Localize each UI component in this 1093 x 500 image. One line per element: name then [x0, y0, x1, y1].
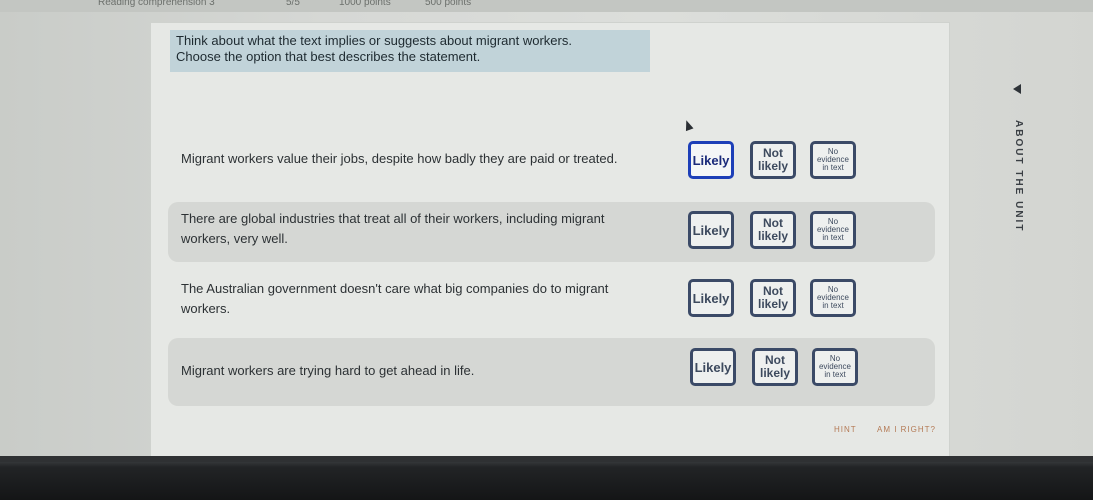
- instructions-box: Think about what the text implies or sug…: [170, 30, 650, 72]
- about-the-unit-label: ABOUT THE UNIT: [1013, 120, 1024, 233]
- option-likely-button[interactable]: Likely: [688, 141, 734, 179]
- option-likely-button[interactable]: Likely: [690, 348, 736, 386]
- statement-row-4: Migrant workers are trying hard to get a…: [168, 338, 935, 406]
- option-not-likely-button[interactable]: Not likely: [752, 348, 798, 386]
- option-no-evidence-button[interactable]: No evidence in text: [810, 141, 856, 179]
- option-no-evidence-button[interactable]: No evidence in text: [812, 348, 858, 386]
- option-likely-button[interactable]: Likely: [688, 211, 734, 249]
- option-likely-button[interactable]: Likely: [688, 279, 734, 317]
- am-i-right-button[interactable]: AM I RIGHT?: [877, 425, 936, 434]
- screen-bezel: [0, 456, 1093, 500]
- statement-row-2: There are global industries that treat a…: [168, 202, 935, 262]
- instructions-line-1: Think about what the text implies or sug…: [176, 33, 572, 48]
- statement-row-1: Migrant workers value their jobs, despit…: [168, 135, 935, 185]
- statement-text: Migrant workers are trying hard to get a…: [181, 363, 475, 378]
- statement-text: There are global industries that treat a…: [181, 211, 605, 246]
- lesson-title: Reading comprehension 3: [98, 0, 215, 8]
- option-not-likely-button[interactable]: Not likely: [750, 211, 796, 249]
- option-no-evidence-button[interactable]: No evidence in text: [810, 279, 856, 317]
- points-earned: 500 points: [425, 0, 472, 8]
- option-not-likely-button[interactable]: Not likely: [750, 279, 796, 317]
- option-no-evidence-button[interactable]: No evidence in text: [810, 211, 856, 249]
- progress-count: 5/5: [286, 0, 300, 8]
- points-total: 1000 points: [339, 0, 391, 8]
- about-the-unit-tab[interactable]: ABOUT THE UNIT: [1008, 120, 1028, 233]
- instructions-line-2: Choose the option that best describes th…: [176, 49, 481, 64]
- top-bar: Reading comprehension 3 5/5 1000 points …: [0, 0, 1093, 12]
- statement-text: The Australian government doesn't care w…: [181, 281, 609, 316]
- option-not-likely-button[interactable]: Not likely: [750, 141, 796, 179]
- statement-row-3: The Australian government doesn't care w…: [168, 272, 935, 330]
- caret-left-icon[interactable]: [1013, 84, 1021, 94]
- hint-button[interactable]: HINT: [834, 425, 857, 434]
- statement-text: Migrant workers value their jobs, despit…: [181, 151, 618, 166]
